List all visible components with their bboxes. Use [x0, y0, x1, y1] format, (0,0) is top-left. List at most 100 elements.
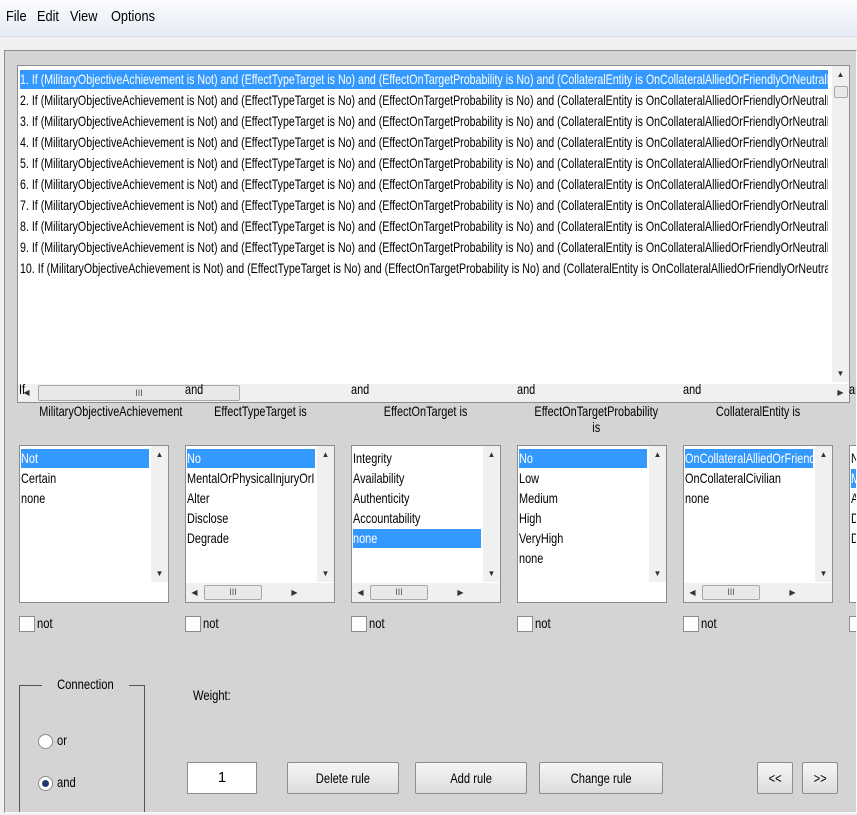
listbox-item[interactable]: Medium [519, 489, 647, 508]
menu-view[interactable]: View [70, 8, 97, 25]
rule-item[interactable]: 10. If (MilitaryObjectiveAchievement is … [20, 259, 828, 278]
listbox-item[interactable]: none [21, 489, 149, 508]
listbox-hscroll-thumb[interactable]: III [370, 585, 428, 600]
listbox-item[interactable]: Availability [353, 469, 481, 488]
listbox-vertical-scrollbar[interactable]: ▲ ▼ [815, 446, 832, 582]
scroll-up-icon[interactable]: ▲ [832, 66, 849, 83]
listbox-item[interactable]: Not [21, 449, 149, 468]
rule-item[interactable]: 8. If (MilitaryObjectiveAchievement is N… [20, 217, 828, 236]
value-listbox[interactable]: No MentalOrPhysicalInjuryOrI Alter Disclose… [185, 445, 335, 603]
scroll-down-icon[interactable]: ▼ [832, 365, 849, 382]
rule-item[interactable]: 6. If (MilitaryObjectiveAchievement is N… [20, 175, 828, 194]
menu-bar: File Edit View Options [0, 0, 857, 37]
rule-item[interactable]: 5. If (MilitaryObjectiveAchievement is N… [20, 154, 828, 173]
listbox-item[interactable]: none [685, 489, 813, 508]
listbox-item[interactable]: none [353, 529, 481, 548]
previous-button[interactable]: << [757, 762, 793, 794]
value-listbox[interactable]: No Low Medium High VeryHigh none ▲ ▼ [517, 445, 667, 603]
listbox-hscroll-thumb[interactable]: III [204, 585, 262, 600]
menu-file[interactable]: File [6, 8, 27, 25]
not-checkbox[interactable] [517, 616, 533, 632]
next-button[interactable]: >> [802, 762, 838, 794]
not-checkbox-label: not [535, 615, 551, 631]
listbox-item[interactable]: M [851, 469, 856, 488]
delete-rule-button[interactable]: Delete rule [287, 762, 399, 794]
scroll-right-icon[interactable]: ▶ [452, 584, 469, 601]
weight-input[interactable]: 1 [187, 762, 257, 794]
listbox-item[interactable]: OnCollateralAlliedOrFriend [685, 449, 813, 468]
change-rule-button[interactable]: Change rule [539, 762, 663, 794]
column-connector: If [19, 381, 26, 397]
scroll-left-icon[interactable]: ◀ [684, 584, 701, 601]
value-listbox[interactable]: Integrity Availability Authenticity Account… [351, 445, 501, 603]
listbox-item[interactable]: Low [519, 469, 647, 488]
listbox-horizontal-scrollbar[interactable]: ◀ III ▶ [684, 583, 832, 602]
listbox-item[interactable]: D [851, 529, 856, 548]
listbox-horizontal-scrollbar[interactable]: ◀ III ▶ [352, 583, 500, 602]
not-checkbox[interactable] [351, 616, 367, 632]
listbox-item[interactable]: Alter [187, 489, 315, 508]
not-checkbox[interactable] [849, 616, 856, 632]
not-checkbox[interactable] [185, 616, 201, 632]
listbox-item[interactable]: Authenticity [353, 489, 481, 508]
scroll-up-icon[interactable]: ▲ [815, 446, 832, 463]
not-checkbox[interactable] [683, 616, 699, 632]
listbox-item[interactable]: No [519, 449, 647, 468]
listbox-item[interactable]: OnCollateralCivilian [685, 469, 813, 488]
rule-item[interactable]: 7. If (MilitaryObjectiveAchievement is N… [20, 196, 828, 215]
listbox-item[interactable]: MentalOrPhysicalInjuryOrI [187, 469, 315, 488]
scroll-right-icon[interactable]: ▶ [832, 384, 849, 401]
rule-item[interactable]: 1. If (MilitaryObjectiveAchievement is N… [20, 70, 828, 89]
listbox-horizontal-scrollbar[interactable]: ◀ III ▶ [186, 583, 334, 602]
listbox-item[interactable]: Certain [21, 469, 149, 488]
listbox-item[interactable]: Degrade [187, 529, 315, 548]
menu-edit[interactable]: Edit [37, 8, 59, 25]
listbox-vertical-scrollbar[interactable]: ▲ ▼ [483, 446, 500, 582]
rules-vertical-scrollbar[interactable]: ▲ ▼ [832, 66, 849, 382]
scroll-down-icon[interactable]: ▼ [151, 565, 168, 582]
scroll-up-icon[interactable]: ▲ [483, 446, 500, 463]
listbox-item[interactable]: none [519, 549, 647, 568]
scroll-down-icon[interactable]: ▼ [815, 565, 832, 582]
listbox-item[interactable]: No [187, 449, 315, 468]
listbox-item[interactable]: High [519, 509, 647, 528]
listbox-vertical-scrollbar[interactable]: ▲ ▼ [317, 446, 334, 582]
scroll-down-icon[interactable]: ▼ [317, 565, 334, 582]
listbox-hscroll-thumb[interactable]: III [702, 585, 760, 600]
scroll-up-icon[interactable]: ▲ [317, 446, 334, 463]
listbox-item[interactable]: No [851, 449, 856, 468]
rules-hscroll-thumb[interactable]: III [38, 385, 240, 401]
listbox-item[interactable]: Disclose [187, 509, 315, 528]
rule-item[interactable]: 4. If (MilitaryObjectiveAchievement is N… [20, 133, 828, 152]
value-listbox[interactable]: Not Certain none ▲ ▼ [19, 445, 169, 603]
rule-editor-panel: 1. If (MilitaryObjectiveAchievement is N… [4, 50, 857, 813]
scroll-up-icon[interactable]: ▲ [151, 446, 168, 463]
listbox-item[interactable]: Di [851, 509, 856, 528]
scroll-right-icon[interactable]: ▶ [784, 584, 801, 601]
listbox-item[interactable]: Al [851, 489, 856, 508]
scroll-left-icon[interactable]: ◀ [186, 584, 203, 601]
rules-horizontal-scrollbar[interactable]: ◀ III ▶ [18, 384, 849, 402]
scroll-up-icon[interactable]: ▲ [649, 446, 666, 463]
not-checkbox[interactable] [19, 616, 35, 632]
add-rule-button[interactable]: Add rule [415, 762, 527, 794]
scroll-down-icon[interactable]: ▼ [649, 565, 666, 582]
rules-scroll-thumb[interactable] [834, 86, 848, 98]
scroll-left-icon[interactable]: ◀ [352, 584, 369, 601]
listbox-vertical-scrollbar[interactable]: ▲ ▼ [151, 446, 168, 582]
value-listbox[interactable]: OnCollateralAlliedOrFriend OnCollateralCi… [683, 445, 833, 603]
radio-and[interactable] [38, 776, 53, 791]
menu-options[interactable]: Options [111, 8, 155, 25]
rules-list[interactable]: 1. If (MilitaryObjectiveAchievement is N… [17, 65, 850, 403]
listbox-item[interactable]: Accountability [353, 509, 481, 528]
listbox-item[interactable]: VeryHigh [519, 529, 647, 548]
rule-item[interactable]: 2. If (MilitaryObjectiveAchievement is N… [20, 91, 828, 110]
radio-or[interactable] [38, 734, 53, 749]
scroll-down-icon[interactable]: ▼ [483, 565, 500, 582]
rule-item[interactable]: 9. If (MilitaryObjectiveAchievement is N… [20, 238, 828, 257]
scroll-right-icon[interactable]: ▶ [286, 584, 303, 601]
rule-item[interactable]: 3. If (MilitaryObjectiveAchievement is N… [20, 112, 828, 131]
listbox-item[interactable]: Integrity [353, 449, 481, 468]
value-listbox[interactable]: NoMAlDiD ▲ ▼ [849, 445, 856, 603]
listbox-vertical-scrollbar[interactable]: ▲ ▼ [649, 446, 666, 582]
